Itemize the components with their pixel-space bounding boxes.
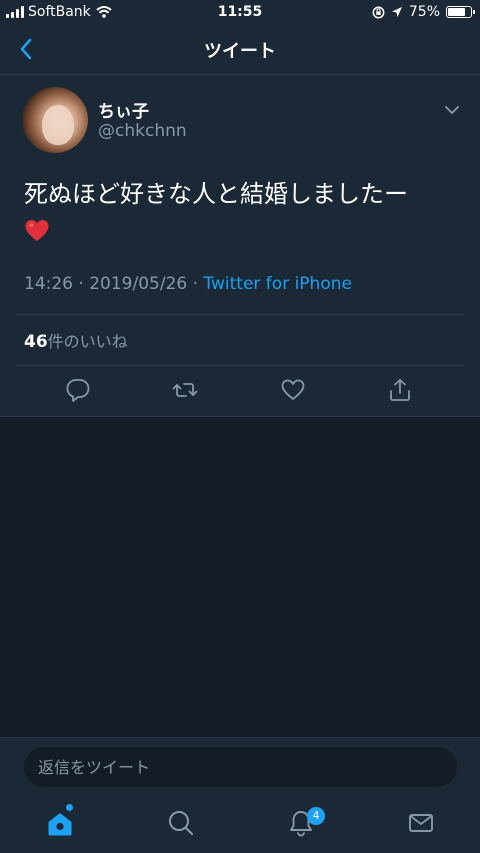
home-icon[interactable]	[45, 808, 75, 838]
status-right: 75%	[372, 4, 475, 20]
tweet-date: 2019/05/26	[89, 274, 188, 294]
tweet-time: 14:26	[24, 274, 73, 294]
reply-input[interactable]	[24, 747, 457, 787]
tweet-detail: ちぃ子 @chkchnn 死ぬほど好きな人と結婚しましたー 14:26 · 20…	[0, 75, 480, 417]
retweet-icon[interactable]	[172, 377, 198, 403]
tweet-text: 死ぬほど好きな人と結婚しましたー	[24, 180, 408, 208]
location-icon	[391, 7, 402, 17]
divider	[16, 314, 464, 315]
share-icon[interactable]	[387, 377, 413, 403]
likes-label: 件のいいね	[47, 332, 128, 351]
tweet-source-link[interactable]: Twitter for iPhone	[203, 274, 352, 294]
tab-bar: 4	[0, 794, 480, 853]
likes-number: 46	[24, 332, 48, 352]
messages-envelope-icon[interactable]	[406, 808, 436, 838]
tweet-actions	[0, 377, 480, 407]
battery-icon	[446, 6, 475, 18]
avatar[interactable]	[22, 87, 88, 153]
status-bar: SoftBank 11:55 75%	[0, 0, 480, 24]
notifications-badge: 4	[307, 807, 325, 825]
reply-bar	[0, 737, 480, 794]
likes-count[interactable]: 46件のいいね	[24, 328, 128, 352]
heart-emoji-icon	[25, 220, 49, 241]
tweet-meta: 14:26 · 2019/05/26 · Twitter for iPhone	[24, 274, 352, 294]
divider	[16, 365, 464, 366]
reply-icon[interactable]	[65, 377, 91, 403]
battery-fill	[448, 8, 465, 16]
like-icon[interactable]	[280, 377, 306, 403]
orientation-lock-icon	[372, 6, 385, 18]
battery-percent: 75%	[408, 4, 440, 20]
user-handle[interactable]: @chkchnn	[98, 121, 187, 141]
chevron-down-icon[interactable]	[444, 103, 460, 117]
search-icon[interactable]	[166, 808, 196, 838]
meta-separator: ·	[78, 274, 84, 294]
home-notification-dot	[66, 804, 73, 811]
meta-separator: ·	[192, 274, 199, 294]
page-title: ツイート	[204, 41, 276, 62]
display-name[interactable]: ちぃ子	[98, 97, 149, 122]
nav-bar: ツイート	[0, 24, 480, 75]
